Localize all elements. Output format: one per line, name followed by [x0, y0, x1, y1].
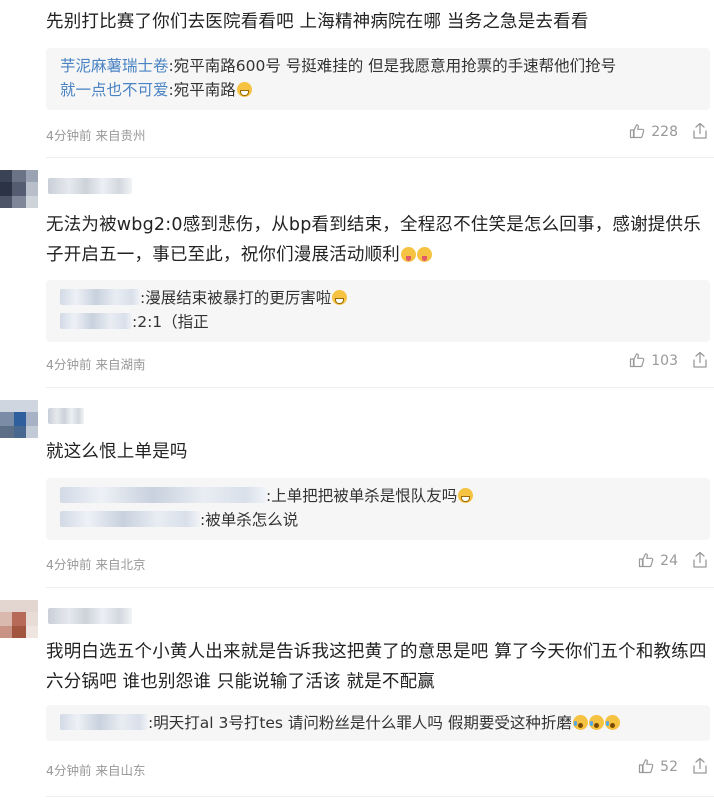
grin-emoji-icon: [332, 290, 348, 305]
comment-time: 4分钟前: [46, 763, 92, 778]
reply-item: 就一点也不可爱:宛平南路: [60, 78, 700, 102]
avatar[interactable]: [0, 170, 38, 208]
like-count: 228: [651, 124, 678, 140]
comment-time: 4分钟前: [46, 357, 92, 372]
comment-time: 4分钟前: [46, 557, 92, 572]
thumbs-up-icon: [639, 553, 654, 568]
avatar[interactable]: [0, 400, 38, 438]
reply-username-blurred[interactable]: [60, 511, 200, 527]
comment-item: 就这么恨上单是吗 :上单把把被单杀是恨队友吗 :被单杀怎么说 4分钟前 来自北京…: [0, 388, 714, 588]
comment-meta: 4分钟前 来自北京: [46, 554, 145, 573]
comment-item: 我明白选五个小黄人出来就是告诉我这把黄了的意思是吧 算了今天你们五个和教练四六分…: [0, 588, 714, 800]
reply-text: :宛平南路: [168, 81, 236, 99]
comment-meta: 4分钟前 来自山东: [46, 760, 145, 779]
tongue-emoji-icon: [401, 247, 416, 262]
reply-box: :漫展结束被暴打的更厉害啦 :2:1（指正: [46, 280, 710, 342]
reply-item: :被单杀怎么说: [60, 508, 700, 532]
thumbs-up-icon: [639, 759, 654, 774]
reply-box: :明天打al 3号打tes 请问粉丝是什么罪人吗 假期要受这种折磨: [46, 705, 710, 741]
share-icon[interactable]: [692, 757, 708, 775]
reply-username-blurred[interactable]: [60, 289, 140, 305]
comment-feed: 先别打比赛了你们去医院看看吧 上海精神病院在哪 当务之急是去看看 芋泥麻薯瑞士卷…: [0, 0, 714, 800]
reply-item: 芋泥麻薯瑞士卷:宛平南路600号 号挺难挂的 但是我愿意用抢票的手速帮他们抢号: [60, 54, 700, 78]
comment-location: 来自北京: [95, 557, 146, 572]
comment-divider: [46, 796, 714, 797]
grin-emoji-icon: [458, 488, 474, 503]
reply-text: :上单把把被单杀是恨队友吗: [266, 487, 458, 505]
reply-text: :2:1（指正: [132, 313, 209, 331]
reply-box: :上单把把被单杀是恨队友吗 :被单杀怎么说: [46, 478, 710, 540]
share-icon[interactable]: [692, 122, 708, 140]
comment-meta: 4分钟前 来自贵州: [46, 125, 145, 144]
crying-emoji-icon: [588, 715, 604, 730]
comment-item: 无法为被wbg2:0感到悲伤，从bp看到结束，全程忍不住笑是怎么回事，感谢提供乐…: [0, 158, 714, 388]
reply-item: :漫展结束被暴打的更厉害啦: [60, 286, 700, 310]
reply-username-blurred[interactable]: [60, 714, 148, 730]
like-count: 52: [660, 759, 678, 775]
like-button[interactable]: 103: [629, 352, 678, 369]
reply-text: :明天打al 3号打tes 请问粉丝是什么罪人吗 假期要受这种折磨: [148, 714, 572, 732]
reply-username-blurred[interactable]: [60, 487, 266, 503]
crying-emoji-icon: [572, 715, 588, 730]
username-blurred[interactable]: [48, 178, 132, 194]
comment-location: 来自贵州: [95, 128, 146, 143]
reply-username-blurred[interactable]: [60, 313, 132, 329]
comment-text: 就这么恨上单是吗: [46, 442, 188, 462]
reply-item: :2:1（指正: [60, 310, 700, 334]
tongue-emoji-icon: [417, 247, 432, 262]
avatar[interactable]: [0, 600, 38, 638]
like-count: 24: [660, 553, 678, 569]
comment-meta: 4分钟前 来自湖南: [46, 354, 145, 373]
username-blurred[interactable]: [48, 408, 84, 424]
thumbs-up-icon: [630, 353, 645, 368]
crying-emoji-icon: [604, 715, 620, 730]
share-icon[interactable]: [692, 351, 708, 369]
comment-text: 先别打比赛了你们去医院看看吧 上海精神病院在哪 当务之急是去看看: [46, 12, 589, 32]
username-blurred[interactable]: [48, 608, 132, 624]
reply-item: :明天打al 3号打tes 请问粉丝是什么罪人吗 假期要受这种折磨: [60, 711, 700, 735]
comment-text-content: 无法为被wbg2:0感到悲伤，从bp看到结束，全程忍不住笑是怎么回事，感谢提供乐…: [46, 215, 701, 265]
like-button[interactable]: 228: [629, 123, 678, 140]
comment-item: 先别打比赛了你们去医院看看吧 上海精神病院在哪 当务之急是去看看 芋泥麻薯瑞士卷…: [0, 0, 714, 158]
reply-text: :漫展结束被暴打的更厉害啦: [140, 289, 332, 307]
share-icon[interactable]: [692, 551, 708, 569]
reply-text: :宛平南路600号 号挺难挂的 但是我愿意用抢票的手速帮他们抢号: [168, 57, 617, 75]
comment-text: 无法为被wbg2:0感到悲伤，从bp看到结束，全程忍不住笑是怎么回事，感谢提供乐…: [46, 210, 708, 270]
like-button[interactable]: 24: [638, 552, 678, 569]
comment-location: 来自山东: [95, 763, 146, 778]
like-button[interactable]: 52: [638, 758, 678, 775]
comment-location: 来自湖南: [95, 357, 146, 372]
thumbs-up-icon: [630, 124, 645, 139]
reply-username[interactable]: 就一点也不可爱: [60, 81, 169, 99]
like-count: 103: [651, 353, 678, 369]
reply-box: 芋泥麻薯瑞士卷:宛平南路600号 号挺难挂的 但是我愿意用抢票的手速帮他们抢号 …: [46, 48, 710, 110]
reply-text: :被单杀怎么说: [200, 511, 299, 529]
comment-text: 我明白选五个小黄人出来就是告诉我这把黄了的意思是吧 算了今天你们五个和教练四六分…: [46, 642, 707, 692]
grin-emoji-icon: [236, 82, 252, 97]
comment-time: 4分钟前: [46, 128, 92, 143]
reply-item: :上单把把被单杀是恨队友吗: [60, 484, 700, 508]
reply-username[interactable]: 芋泥麻薯瑞士卷: [60, 57, 169, 75]
